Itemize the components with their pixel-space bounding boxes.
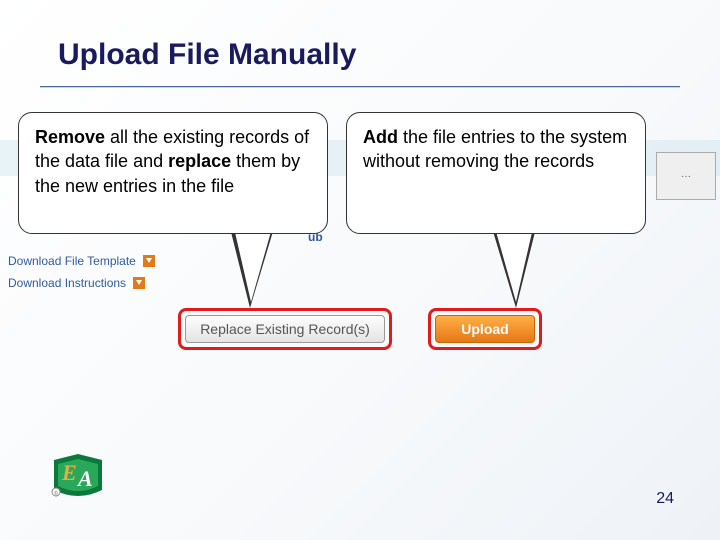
browse-button-faint: ···	[656, 152, 716, 200]
bold-remove: Remove	[35, 127, 105, 147]
ea-logo: E A ©	[48, 450, 108, 500]
download-template-link[interactable]: Download File Template	[8, 254, 155, 268]
highlight-ring-replace: Replace Existing Record(s)	[178, 308, 392, 350]
title-divider	[40, 86, 680, 88]
svg-text:©: ©	[54, 490, 58, 497]
svg-text:A: A	[76, 466, 93, 491]
page-title: Upload File Manually	[58, 38, 356, 72]
slide: Upload File Manually ··· ub Download Fil…	[0, 0, 720, 540]
replace-existing-records-button[interactable]: Replace Existing Record(s)	[185, 315, 385, 343]
download-icon	[133, 277, 145, 289]
bold-replace: replace	[168, 151, 231, 171]
button-row: Replace Existing Record(s) Upload	[100, 306, 620, 352]
page-number: 24	[656, 490, 674, 508]
callout-tail-left	[230, 228, 274, 308]
callout-tail-right	[492, 228, 536, 308]
bold-add: Add	[363, 127, 398, 147]
upload-button[interactable]: Upload	[435, 315, 535, 343]
svg-text:E: E	[61, 460, 77, 485]
download-template-text: Download File Template	[8, 254, 136, 268]
download-icon	[143, 255, 155, 267]
download-instructions-link[interactable]: Download Instructions	[8, 276, 145, 290]
text-fragment: the file entries to the system without r…	[363, 127, 627, 171]
callout-replace-description: Remove all the existing records of the d…	[18, 112, 328, 234]
highlight-ring-upload: Upload	[428, 308, 542, 350]
download-instructions-text: Download Instructions	[8, 276, 126, 290]
browse-glyph: ···	[681, 171, 691, 182]
callout-upload-description: Add the file entries to the system witho…	[346, 112, 646, 234]
